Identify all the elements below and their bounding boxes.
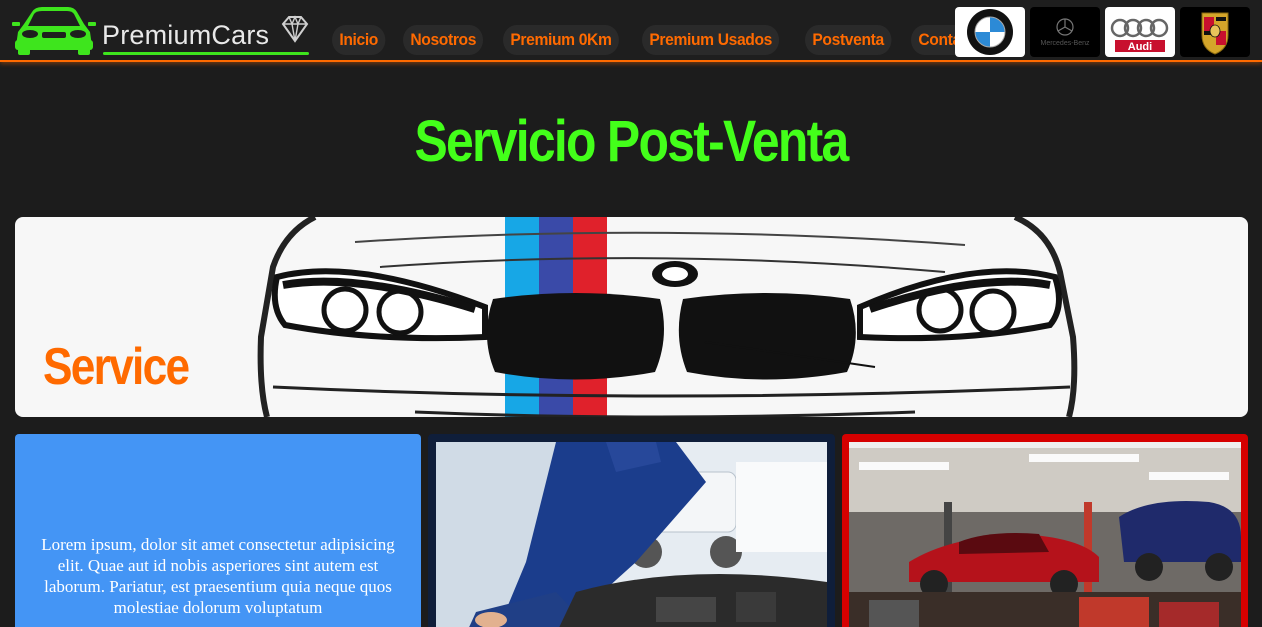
info-card-text: Lorem ipsum, dolor sit amet consectetur … [41, 535, 395, 617]
audi-logo[interactable]: Audi [1105, 7, 1175, 57]
diamond-icon [281, 15, 309, 43]
bmw-car-front-illustration [257, 217, 1078, 417]
audi-logo-text: Audi [1128, 41, 1152, 53]
mercedes-logo-text: Mercedes-Benz [1040, 40, 1090, 47]
page-title: Servicio Post-Venta [414, 109, 849, 174]
navbar: PremiumCars Inicio Nosotros Premium 0Km … [0, 0, 1262, 62]
brand-underline [103, 52, 309, 55]
brand-logos: Mercedes-Benz Audi [955, 7, 1250, 57]
brand-name: PremiumCars [102, 20, 270, 50]
mechanic-photo [436, 442, 827, 627]
porsche-logo[interactable] [1180, 7, 1250, 57]
info-card: Lorem ipsum, dolor sit amet consectetur … [15, 434, 421, 627]
nav-item-postventa[interactable]: Postventa [804, 25, 891, 55]
bmw-logo[interactable] [955, 7, 1025, 57]
workshop-photo-card [842, 434, 1248, 627]
nav-item-premium-usados[interactable]: Premium Usados [642, 25, 780, 55]
nav-item-inicio[interactable]: Inicio [332, 25, 386, 55]
nav-item-premium-0km[interactable]: Premium 0Km [503, 25, 620, 55]
mercedes-benz-logo[interactable]: Mercedes-Benz [1030, 7, 1100, 57]
mechanic-photo-card [428, 434, 835, 627]
main-nav: Inicio Nosotros Premium 0Km Premium Usad… [332, 25, 1011, 55]
banner-label: Service [43, 338, 190, 396]
service-banner: Service [15, 217, 1248, 417]
car-logo-icon [12, 7, 96, 55]
nav-item-nosotros[interactable]: Nosotros [403, 25, 484, 55]
workshop-photo [849, 442, 1241, 627]
brand-home-link[interactable]: PremiumCars [12, 0, 312, 58]
